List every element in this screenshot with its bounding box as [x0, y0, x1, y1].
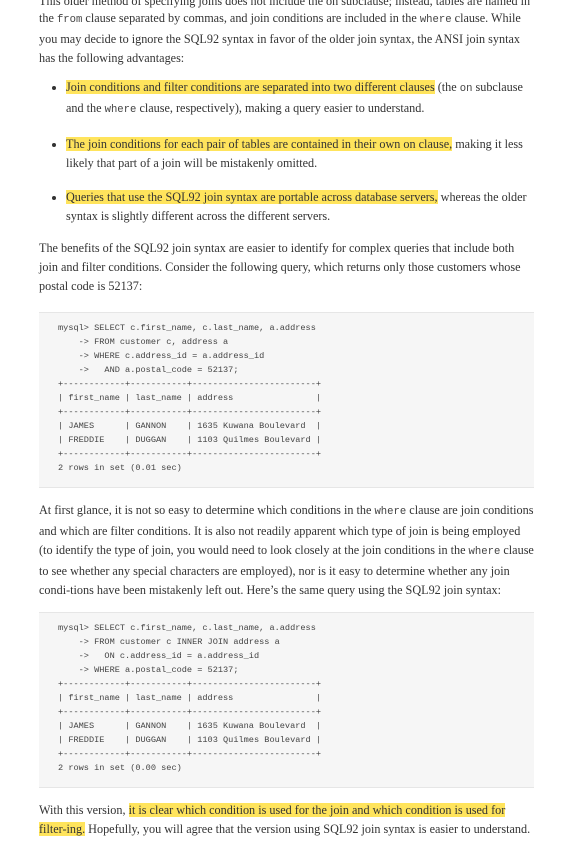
inline-code-from: from [56, 14, 83, 26]
paragraph-text: At first glance, it is not so easy to de… [39, 503, 375, 517]
code-listing: mysql> SELECT c.first_name, c.last_name,… [58, 323, 322, 473]
inline-code-where: where [468, 546, 501, 558]
bullet-text: (the [434, 80, 460, 94]
code-block-sql92-syntax: mysql> SELECT c.first_name, c.last_name,… [39, 612, 534, 788]
list-item: Join conditions and filter conditions ar… [39, 78, 534, 120]
paragraph-text: Hopefully, you will agree that the versi… [85, 822, 531, 836]
intro-text-2: clause separated by commas, and join con… [82, 11, 420, 25]
book-page: This older method of specifying joins do… [0, 0, 568, 863]
code-listing: mysql> SELECT c.first_name, c.last_name,… [58, 623, 322, 773]
paragraph-text: With this version, [39, 803, 129, 817]
analysis-paragraph: At first glance, it is not so easy to de… [39, 501, 534, 600]
bullet-dot [52, 196, 56, 200]
bullet-dot [52, 143, 56, 147]
inline-code-on: on [459, 83, 473, 95]
benefits-paragraph: The benefits of the SQL92 join syntax ar… [39, 241, 521, 293]
list-item: Queries that use the SQL92 join syntax a… [39, 188, 534, 226]
intro-text-1: the [39, 11, 57, 25]
bullet-dot [52, 86, 56, 90]
inline-code-where: where [374, 506, 407, 518]
inline-code-where: where [104, 104, 137, 116]
advantages-list: Join conditions and filter conditions ar… [39, 78, 534, 241]
intro-paragraph: the from clause separated by commas, and… [39, 9, 534, 68]
conclusion-paragraph: With this version, it is clear which con… [39, 801, 534, 839]
highlighted-text: Queries that use the SQL92 join syntax a… [66, 190, 438, 204]
code-block-old-syntax: mysql> SELECT c.first_name, c.last_name,… [39, 312, 534, 488]
highlighted-text: Join conditions and filter conditions ar… [66, 80, 435, 94]
highlighted-text: The join conditions for each pair of tab… [66, 137, 453, 151]
inline-code-where: where [419, 14, 452, 26]
list-item: The join conditions for each pair of tab… [39, 135, 534, 173]
bullet-text: clause, respectively), making a query ea… [136, 101, 425, 115]
